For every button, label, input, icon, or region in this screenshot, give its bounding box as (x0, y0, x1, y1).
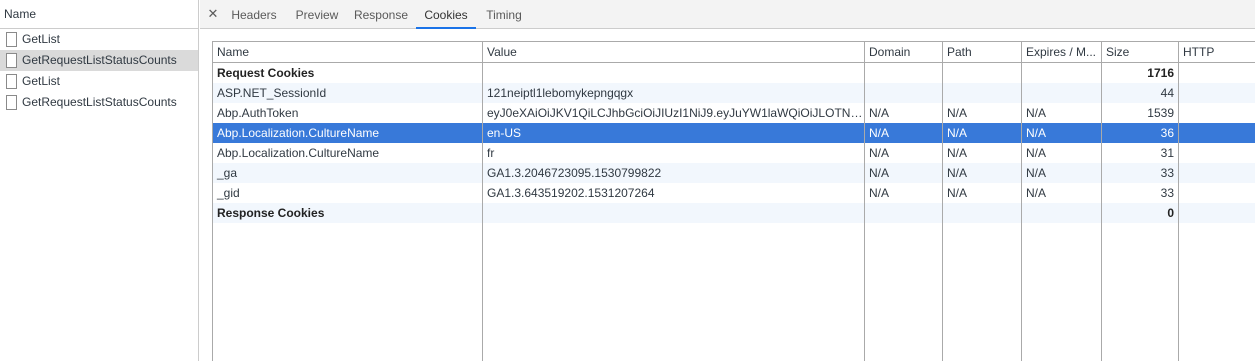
column-divider[interactable] (1178, 42, 1179, 361)
cell-value: eyJ0eXAiOiJKV1QiLCJhbGciOiJIUzI1NiJ9.eyJ… (487, 106, 864, 120)
request-item-label: GetRequestListStatusCounts (22, 53, 177, 67)
cell-size: 36 (1160, 126, 1174, 140)
table-row[interactable]: Response Cookies 0 (213, 203, 1255, 223)
cell-size: 1716 (1147, 66, 1174, 80)
column-divider[interactable] (864, 42, 865, 361)
cell-name: ASP.NET_SessionId (217, 86, 327, 100)
cell-size: 1539 (1147, 106, 1174, 120)
cell-size: 44 (1160, 86, 1174, 100)
cell-domain: N/A (869, 186, 890, 200)
cell-name: Abp.Localization.CultureName (217, 126, 380, 140)
request-list-header[interactable]: Name (0, 0, 198, 29)
tab-response[interactable]: Response (348, 0, 414, 29)
column-header-expires[interactable]: Expires / M... (1022, 42, 1101, 63)
cell-value: en-US (487, 126, 522, 140)
request-item[interactable]: GetRequestListStatusCounts (0, 92, 198, 113)
request-item-label: GetList (22, 32, 61, 46)
cell-name: Abp.AuthToken (217, 106, 299, 120)
cell-value: GA1.3.2046723095.1530799822 (487, 166, 662, 180)
column-header-size[interactable]: Size (1102, 42, 1178, 63)
column-header-path[interactable]: Path (943, 42, 1021, 63)
cell-domain: N/A (869, 126, 890, 140)
request-item-label: GetList (22, 74, 61, 88)
file-icon (6, 53, 17, 68)
cell-path: N/A (947, 166, 968, 180)
cell-value: GA1.3.643519202.1531207264 (487, 186, 655, 200)
file-icon (6, 74, 17, 89)
request-item-label: GetRequestListStatusCounts (22, 95, 177, 109)
column-header-http[interactable]: HTTP (1179, 42, 1255, 63)
tab-preview[interactable]: Preview (288, 0, 346, 29)
cell-domain: N/A (869, 146, 890, 160)
table-row[interactable]: _ga GA1.3.2046723095.1530799822 N/A N/A N/A 3… (213, 163, 1255, 183)
request-item[interactable]: GetRequestListStatusCounts (0, 50, 198, 71)
table-row[interactable]: Request Cookies 1716 (213, 63, 1255, 83)
cell-path: N/A (947, 146, 968, 160)
cell-name: Abp.Localization.CultureName (217, 146, 380, 160)
file-icon (6, 95, 17, 110)
cell-size: 0 (1167, 206, 1174, 220)
cell-expires: N/A (1026, 186, 1047, 200)
cell-expires: N/A (1026, 106, 1047, 120)
cell-size: 33 (1160, 166, 1174, 180)
cell-domain: N/A (869, 106, 890, 120)
cell-expires: N/A (1026, 166, 1047, 180)
table-row[interactable]: Abp.Localization.CultureName en-US N/A N/A N… (213, 123, 1255, 143)
table-row[interactable]: Abp.AuthToken eyJ0eXAiOiJKV1QiLCJhbGciOiJ… (213, 103, 1255, 123)
cell-value: fr (487, 146, 495, 160)
request-item[interactable]: GetList (0, 71, 198, 92)
table-row[interactable]: _gid GA1.3.643519202.1531207264 N/A N/A N/A 3… (213, 183, 1255, 203)
table-header-row: Name Value Domain Path Expires / M... Si… (213, 42, 1255, 63)
cell-name: Response Cookies (217, 206, 325, 220)
tab-timing[interactable]: Timing (480, 0, 528, 29)
tab-cookies[interactable]: Cookies (416, 0, 476, 29)
cookies-table: Name Value Domain Path Expires / M... Si… (212, 41, 1255, 361)
cell-size: 33 (1160, 186, 1174, 200)
close-icon[interactable]: ✕ (207, 6, 219, 22)
column-divider[interactable] (482, 42, 483, 361)
request-detail-panel: ✕ Headers Preview Response Cookies Timin… (200, 0, 1255, 361)
table-row[interactable]: Abp.Localization.CultureName fr N/A N/A N/A 3… (213, 143, 1255, 163)
cell-value: 121neiptl1lebomykepngqgx (487, 86, 634, 100)
cell-size: 31 (1160, 146, 1174, 160)
cell-path: N/A (947, 126, 968, 140)
cell-expires: N/A (1026, 146, 1047, 160)
cell-path: N/A (947, 106, 968, 120)
column-header-domain[interactable]: Domain (865, 42, 942, 63)
request-list-panel: Name GetList GetRequestListStatusCounts … (0, 0, 199, 361)
cell-domain: N/A (869, 166, 890, 180)
column-header-name[interactable]: Name (213, 42, 482, 63)
request-item[interactable]: GetList (0, 29, 198, 50)
table-row[interactable]: ASP.NET_SessionId 121neiptl1lebomykepngqg… (213, 83, 1255, 103)
column-header-value[interactable]: Value (483, 42, 864, 63)
column-divider[interactable] (1021, 42, 1022, 361)
tab-headers[interactable]: Headers (223, 0, 285, 29)
column-divider[interactable] (942, 42, 943, 361)
file-icon (6, 32, 17, 47)
cell-name: _ga (217, 166, 238, 180)
cell-expires: N/A (1026, 126, 1047, 140)
detail-tabbar: ✕ Headers Preview Response Cookies Timin… (200, 0, 1255, 29)
column-divider[interactable] (1101, 42, 1102, 361)
cell-path: N/A (947, 186, 968, 200)
cell-name: Request Cookies (217, 66, 315, 80)
cell-name: _gid (217, 186, 240, 200)
